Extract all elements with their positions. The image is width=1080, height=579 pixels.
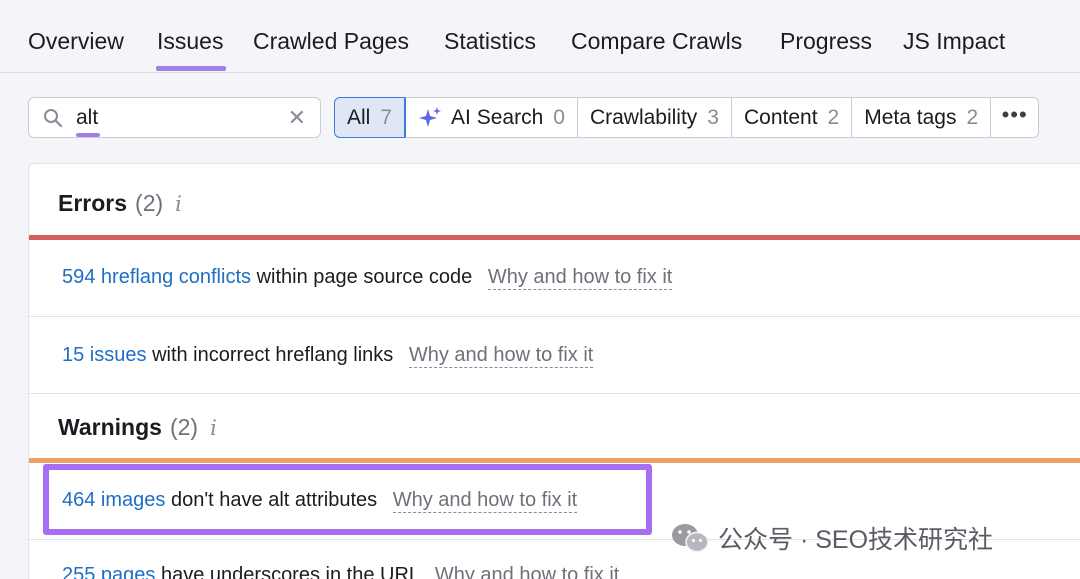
warnings-count: (2) xyxy=(169,414,199,440)
more-filters-button[interactable]: ••• xyxy=(991,97,1040,138)
why-fix-link[interactable]: Why and how to fix it xyxy=(487,266,673,290)
tab-js-impact[interactable]: JS Impact xyxy=(903,28,1005,55)
issue-row: 15 issues with incorrect hreflang links … xyxy=(29,317,1080,394)
filter-count: 2 xyxy=(827,105,840,129)
errors-count: (2) xyxy=(135,190,164,216)
tab-crawled-pages[interactable]: Crawled Pages xyxy=(253,28,409,55)
filter-count: 7 xyxy=(380,105,393,129)
clear-search-icon[interactable]: ✕ xyxy=(288,105,306,131)
filter-all[interactable]: All 7 xyxy=(334,97,406,138)
tab-issues[interactable]: Issues xyxy=(155,28,227,71)
warnings-title: Warnings xyxy=(58,414,162,440)
issue-filter-group: All 7 AI Search 0 Crawlability 3 Content… xyxy=(334,97,1040,138)
warnings-heading: Warnings (2) i xyxy=(58,414,217,441)
sparkle-icon xyxy=(419,106,442,127)
tab-overview[interactable]: Overview xyxy=(28,28,124,55)
filter-label: Content xyxy=(743,105,818,129)
filter-label: Meta tags xyxy=(864,105,957,129)
filter-label: Crawlability xyxy=(589,105,698,129)
filter-meta-tags[interactable]: Meta tags 2 xyxy=(852,97,992,138)
why-fix-link[interactable]: Why and how to fix it xyxy=(434,564,620,579)
wechat-icon xyxy=(672,524,709,553)
watermark-text: 公众号 · SEO技术研究社 xyxy=(718,526,994,554)
issue-description: within page source code xyxy=(256,266,473,288)
top-tabs: Overview Issues Crawled Pages Statistics… xyxy=(0,0,1080,73)
filter-crawlability[interactable]: Crawlability 3 xyxy=(577,97,732,138)
issue-link[interactable]: 255 pages xyxy=(62,564,155,579)
issue-description: have underscores in the URL xyxy=(160,564,420,579)
search-value[interactable]: alt xyxy=(76,106,101,137)
issue-description: don't have alt attributes xyxy=(170,489,378,511)
why-fix-link[interactable]: Why and how to fix it xyxy=(392,489,578,513)
filter-label: All xyxy=(347,105,371,129)
issue-row: 594 hreflang conflicts within page sourc… xyxy=(29,240,1080,317)
issue-link[interactable]: 594 hreflang conflicts xyxy=(62,266,251,288)
issue-link[interactable]: 464 images xyxy=(62,489,165,511)
filter-count: 0 xyxy=(553,105,565,129)
issues-card: Errors (2) i 594 hreflang conflicts within… xyxy=(28,163,1080,579)
filter-count: 3 xyxy=(707,105,719,129)
filter-ai-search[interactable]: AI Search 0 xyxy=(405,97,578,138)
filter-content[interactable]: Content 2 xyxy=(731,97,853,138)
errors-title: Errors xyxy=(58,190,128,216)
info-icon[interactable]: i xyxy=(210,416,217,440)
filter-label: AI Search xyxy=(451,105,544,129)
tab-progress[interactable]: Progress xyxy=(780,28,872,55)
issue-link[interactable]: 15 issues xyxy=(62,344,147,366)
more-icon: ••• xyxy=(1001,101,1028,127)
tab-compare-crawls[interactable]: Compare Crawls xyxy=(571,28,742,55)
why-fix-link[interactable]: Why and how to fix it xyxy=(408,344,594,368)
info-icon[interactable]: i xyxy=(175,192,182,216)
issue-search-input[interactable]: alt ✕ xyxy=(28,97,321,138)
errors-heading: Errors (2) i xyxy=(58,190,182,217)
filter-count: 2 xyxy=(966,105,979,129)
watermark: 公众号 · SEO技术研究社 xyxy=(670,520,993,556)
tab-statistics[interactable]: Statistics xyxy=(444,28,536,55)
issue-description: with incorrect hreflang links xyxy=(152,344,394,366)
search-icon xyxy=(44,109,63,128)
